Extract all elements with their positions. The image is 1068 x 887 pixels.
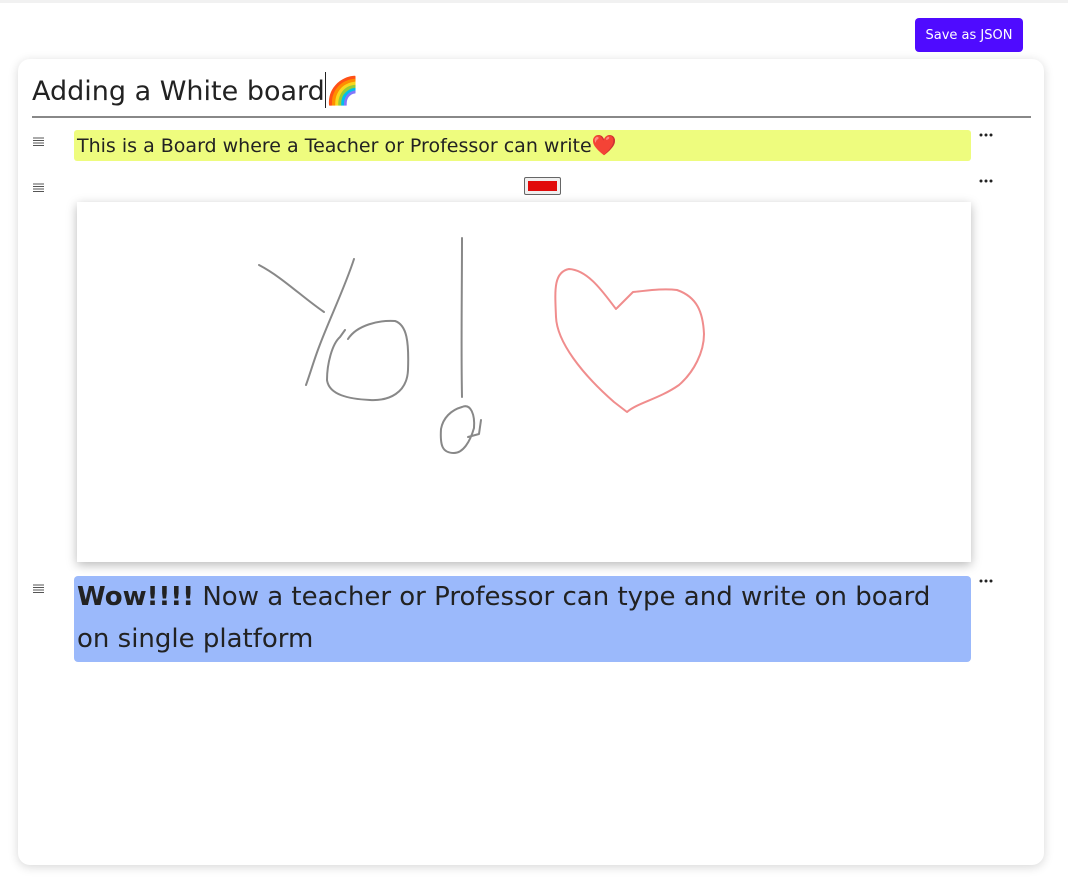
- text-block-highlight-blue[interactable]: Wow!!!! Now a teacher or Professor can t…: [74, 576, 971, 662]
- more-icon[interactable]: [978, 130, 994, 140]
- save-as-json-button[interactable]: Save as JSON: [915, 18, 1023, 52]
- more-icon[interactable]: [978, 176, 994, 186]
- drag-handle-icon[interactable]: [33, 183, 45, 193]
- stroke-y-left: [258, 264, 325, 313]
- text-block-highlight-yellow[interactable]: This is a Board where a Teacher or Profe…: [74, 130, 971, 161]
- editor-card: Adding a White board🌈 This is a Board wh…: [18, 59, 1044, 865]
- whiteboard-drawing: [258, 237, 705, 454]
- stroke-heart: [554, 268, 705, 413]
- more-icon[interactable]: [978, 576, 994, 586]
- text-block-content: This is a Board where a Teacher or Profe…: [77, 135, 592, 157]
- pen-color-swatch: [528, 181, 557, 191]
- whiteboard-canvas[interactable]: [77, 202, 971, 562]
- stroke-o: [326, 319, 410, 402]
- document-title[interactable]: Adding a White board🌈: [32, 71, 1028, 115]
- text-block-content: Now a teacher or Professor can type and …: [77, 582, 931, 654]
- bold-text: Wow!!!!: [77, 582, 195, 612]
- title-divider: [32, 116, 1031, 118]
- rainbow-icon: 🌈: [325, 76, 360, 107]
- stroke-y-right: [305, 258, 355, 386]
- heart-icon: ❤️: [591, 133, 617, 157]
- drag-handle-icon[interactable]: [33, 584, 45, 594]
- stroke-exclamation-dot: [439, 405, 482, 454]
- top-strip: [0, 0, 1068, 3]
- pen-color-picker[interactable]: [524, 177, 561, 195]
- drag-handle-icon[interactable]: [33, 137, 45, 147]
- document-title-text: Adding a White board: [32, 76, 325, 107]
